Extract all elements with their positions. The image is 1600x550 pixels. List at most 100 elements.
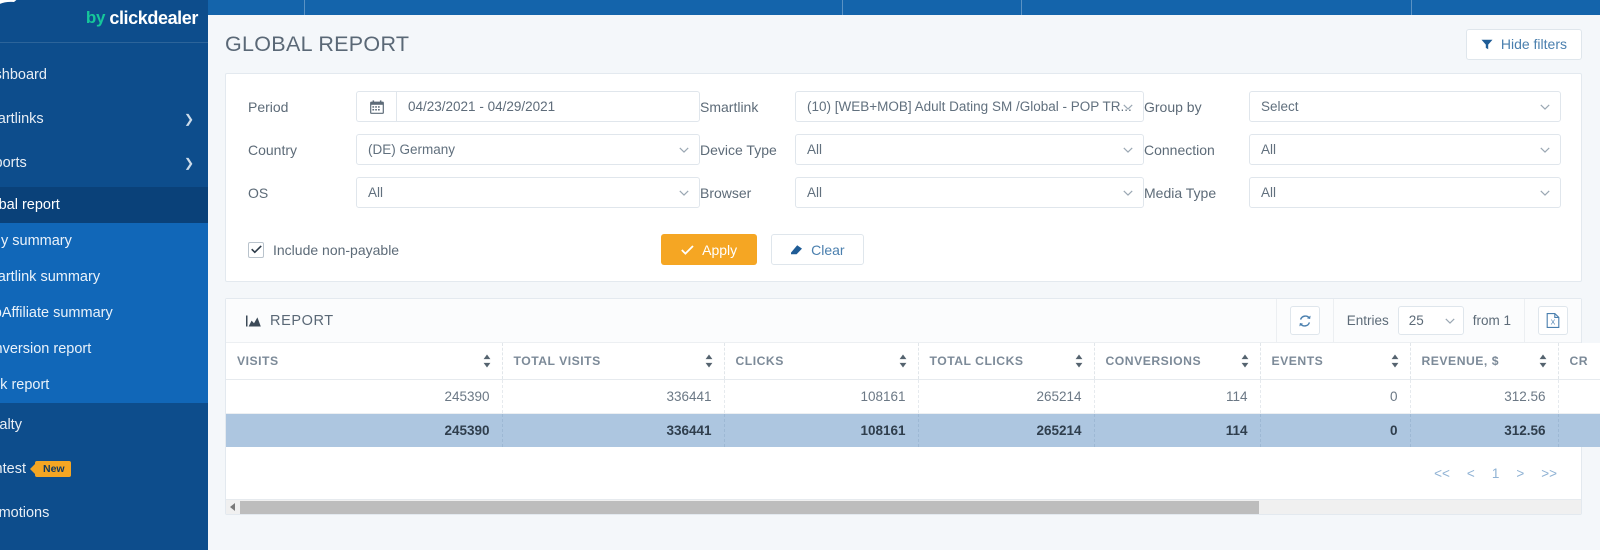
column-header-revenue[interactable]: REVENUE, $: [1410, 343, 1558, 379]
table-header-row: VISITS TOTAL VISITS CLICKS: [226, 343, 1600, 379]
column-label: VISITS: [237, 354, 279, 368]
period-input[interactable]: [396, 91, 700, 122]
new-badge: New: [35, 461, 71, 477]
horizontal-scrollbar[interactable]: [226, 499, 1581, 514]
filter-period: Period: [248, 91, 700, 122]
filters-row-3: OS All Browser All M: [248, 177, 1561, 208]
apply-label: Apply: [702, 242, 737, 258]
checkmark-icon: [681, 245, 694, 255]
cell-visits: 245390: [226, 379, 502, 413]
browser-select[interactable]: All: [795, 177, 1144, 208]
sidebar-item-label: Daily summary: [0, 233, 72, 249]
filter-label-country: Country: [248, 142, 356, 158]
column-header-events[interactable]: EVENTS: [1260, 343, 1410, 379]
column-header-conversions[interactable]: CONVERSIONS: [1094, 343, 1260, 379]
top-navbar: [208, 0, 1600, 15]
table-row[interactable]: 245390 336441 108161 265214 114 0 312.56: [226, 379, 1600, 413]
chevron-right-icon: ❯: [184, 113, 194, 125]
column-header-total-visits[interactable]: TOTAL VISITS: [502, 343, 724, 379]
pagination-page-1[interactable]: 1: [1492, 466, 1500, 481]
column-label: CR: [1570, 354, 1589, 368]
excel-export-icon: X: [1546, 313, 1560, 328]
eraser-icon: [790, 244, 803, 255]
pagination-next[interactable]: >: [1516, 466, 1524, 481]
cell-total-visits: 336441: [502, 379, 724, 413]
report-table: VISITS TOTAL VISITS CLICKS: [226, 343, 1600, 447]
column-header-visits[interactable]: VISITS: [226, 343, 502, 379]
pagination-first[interactable]: <<: [1434, 466, 1450, 481]
scrollbar-track[interactable]: [240, 500, 1581, 515]
report-title: REPORT: [246, 313, 334, 329]
cell-clicks: 108161: [724, 379, 918, 413]
hide-filters-button[interactable]: Hide filters: [1466, 29, 1582, 60]
sidebar-item-daily-summary[interactable]: Daily summary: [0, 223, 208, 259]
sidebar-item-conversion-report[interactable]: Conversion report: [0, 331, 208, 367]
sidebar-item-click-report[interactable]: Click report: [0, 367, 208, 403]
filter-label-group-by: Group by: [1144, 99, 1249, 115]
scroll-left-arrow[interactable]: [226, 500, 240, 515]
sidebar-item-label: Reports: [0, 155, 27, 171]
sort-icon: [899, 354, 907, 367]
pagination-prev[interactable]: <: [1467, 466, 1475, 481]
apply-button[interactable]: Apply: [661, 234, 757, 265]
clear-label: Clear: [811, 242, 844, 258]
column-header-total-clicks[interactable]: TOTAL CLICKS: [918, 343, 1094, 379]
filter-actions: Include non-payable Apply Clear: [226, 222, 1581, 281]
chart-icon: [246, 315, 261, 327]
export-excel-button[interactable]: X: [1538, 306, 1568, 335]
sidebar-item-subaffiliate-summary[interactable]: SubAffiliate summary: [0, 295, 208, 331]
sidebar-item-contest[interactable]: Contest New: [0, 451, 208, 487]
scrollbar-thumb[interactable]: [240, 501, 1259, 514]
chevron-down-icon: [1123, 147, 1133, 153]
media-type-select[interactable]: All: [1249, 177, 1561, 208]
column-header-clicks[interactable]: CLICKS: [724, 343, 918, 379]
report-table-wrapper: VISITS TOTAL VISITS CLICKS: [226, 343, 1581, 447]
sort-icon: [1539, 354, 1547, 367]
media-type-value: All: [1261, 185, 1276, 200]
device-type-select[interactable]: All: [795, 134, 1144, 165]
sidebar: by clickdealer Dashboard Smartlinks ❯ Re…: [0, 0, 208, 550]
from-label: from 1: [1473, 313, 1511, 328]
cell-total-clicks: 265214: [918, 379, 1094, 413]
smartlink-select[interactable]: (10) [WEB+MOB] Adult Dating SM /Global -…: [795, 91, 1144, 122]
entries-select[interactable]: 25: [1398, 306, 1464, 335]
filter-country: Country (DE) Germany: [248, 134, 700, 165]
period-date-range: [356, 91, 700, 122]
brand-logo-area[interactable]: by clickdealer: [0, 0, 208, 36]
os-select[interactable]: All: [356, 177, 700, 208]
sidebar-item-label: Promotions: [0, 505, 49, 521]
chevron-down-icon: [1540, 147, 1550, 153]
total-clicks: 108161: [724, 413, 918, 447]
sort-icon: [1241, 354, 1249, 367]
connection-select[interactable]: All: [1249, 134, 1561, 165]
sidebar-item-smartlinks[interactable]: Smartlinks ❯: [0, 101, 208, 137]
column-label: CLICKS: [736, 354, 784, 368]
column-label: REVENUE, $: [1422, 354, 1499, 368]
chevron-down-icon: [679, 190, 689, 196]
main-content: GLOBAL REPORT Hide filters Period: [208, 15, 1600, 550]
calendar-button[interactable]: [356, 91, 396, 122]
brand-by-text: by: [86, 8, 105, 28]
filter-label-media-type: Media Type: [1144, 185, 1249, 201]
sidebar-item-global-report[interactable]: Global report: [0, 187, 208, 223]
filter-smartlink: Smartlink (10) [WEB+MOB] Adult Dating SM…: [700, 91, 1144, 122]
chevron-down-icon: [1540, 104, 1550, 110]
sidebar-item-smartlink-summary[interactable]: Smartlink summary: [0, 259, 208, 295]
filter-label-smartlink: Smartlink: [700, 99, 795, 115]
column-header-cr[interactable]: CR: [1558, 343, 1600, 379]
sort-icon: [1391, 354, 1399, 367]
refresh-button[interactable]: [1290, 306, 1320, 335]
pagination-last[interactable]: >>: [1541, 466, 1557, 481]
filter-media-type: Media Type All: [1144, 177, 1561, 208]
clear-button[interactable]: Clear: [771, 234, 863, 265]
sidebar-item-promotions[interactable]: Promotions: [0, 495, 208, 531]
sidebar-item-dashboard[interactable]: Dashboard: [0, 57, 208, 93]
include-non-payable-checkbox[interactable]: Include non-payable: [248, 242, 399, 258]
country-select[interactable]: (DE) Germany: [356, 134, 700, 165]
sidebar-item-reports[interactable]: Reports ❯: [0, 145, 208, 181]
pagination: << < 1 > >>: [226, 447, 1581, 499]
total-conversions: 114: [1094, 413, 1260, 447]
filters-grid: Period: [226, 74, 1581, 222]
group-by-select[interactable]: Select: [1249, 91, 1561, 122]
sidebar-item-loyalty[interactable]: Loyalty: [0, 407, 208, 443]
